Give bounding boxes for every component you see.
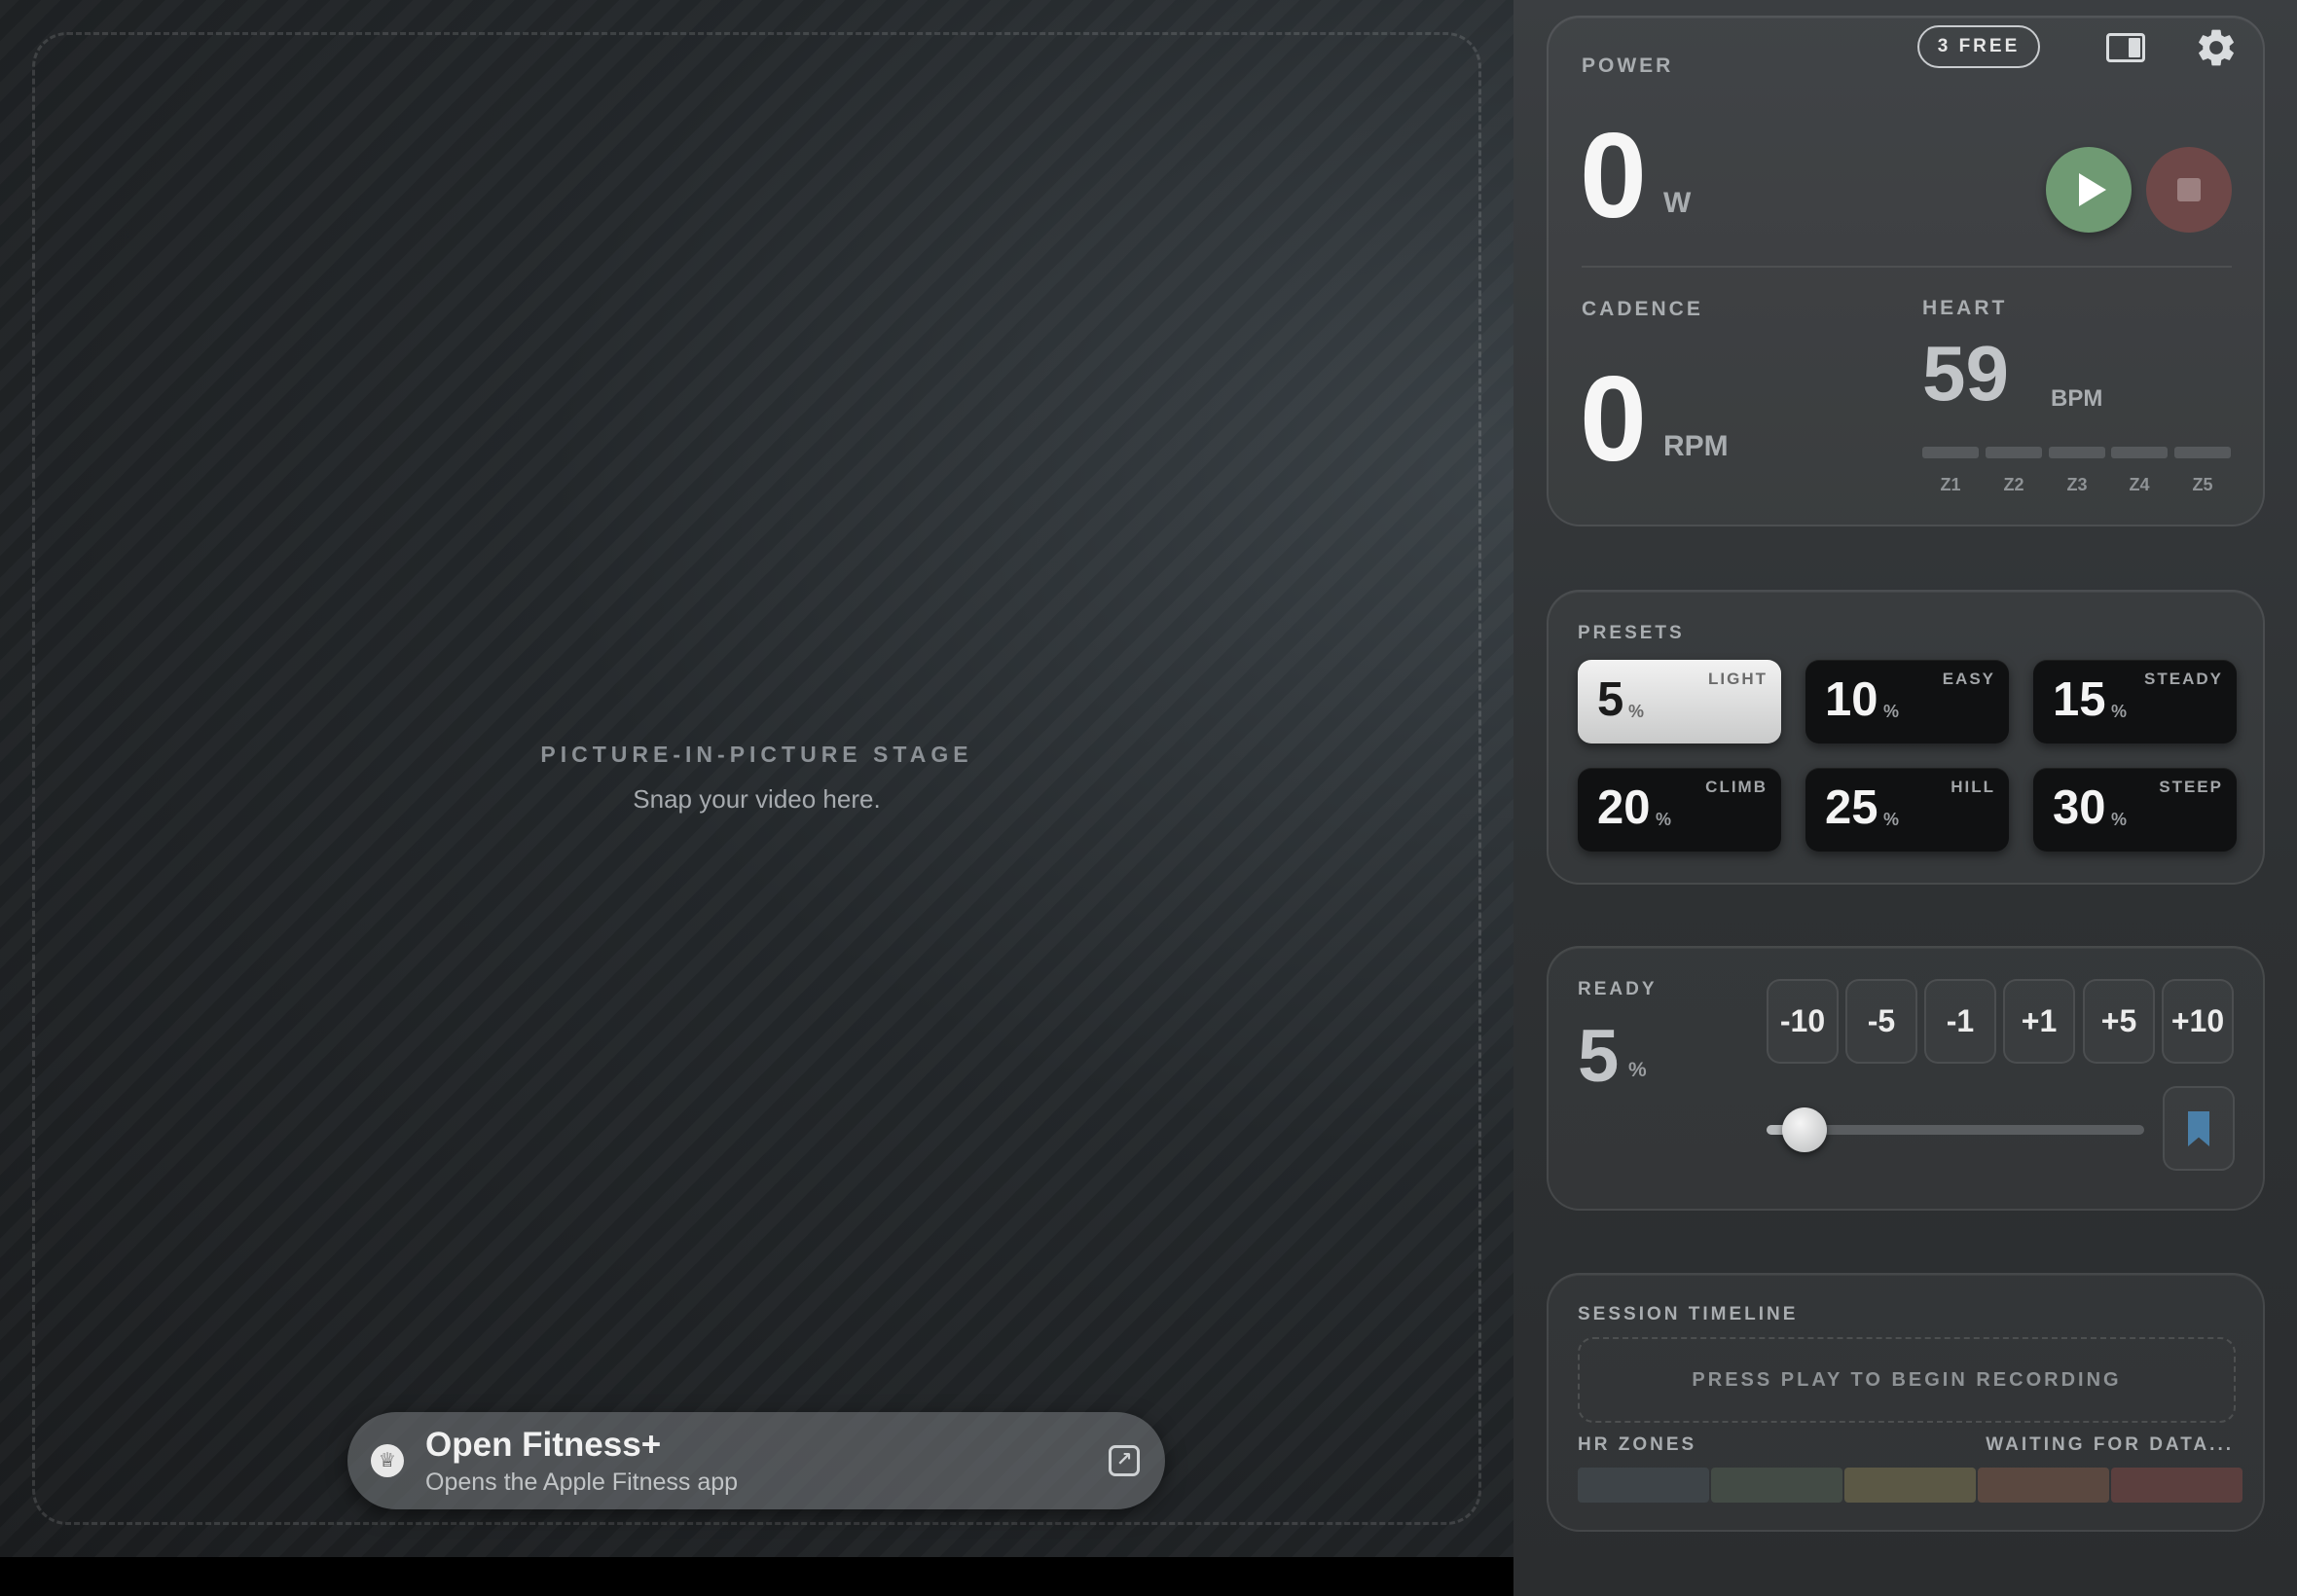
preset-unit: % xyxy=(1628,702,1645,721)
external-link-icon: ↗ xyxy=(1109,1445,1140,1476)
step-plus-1-button[interactable]: +1 xyxy=(2003,979,2075,1064)
pip-drop-zone[interactable] xyxy=(32,32,1481,1525)
free-badge[interactable]: 3 FREE xyxy=(1917,25,2040,68)
preset-climb[interactable]: 20 % CLIMB xyxy=(1578,768,1781,852)
hr-zone-segment-5 xyxy=(2111,1468,2242,1503)
slider-handle[interactable] xyxy=(1782,1107,1827,1152)
hr-zone-segment-3 xyxy=(1844,1468,1976,1503)
preset-value: 30 xyxy=(2053,781,2106,834)
open-fitness-subtitle: Opens the Apple Fitness app xyxy=(425,1469,739,1496)
preset-hill[interactable]: 25 % HILL xyxy=(1805,768,2009,852)
preset-value: 10 xyxy=(1825,673,1878,726)
hr-zone-bar-3 xyxy=(2049,447,2105,458)
preset-easy[interactable]: 10 % EASY xyxy=(1805,660,2009,744)
control-panel: POWER 3 FREE 0 W CADENCE 0 RPM HEART 59 … xyxy=(1513,0,2297,1596)
hr-zone-segment-4 xyxy=(1978,1468,2109,1503)
stage-subtitle: Snap your video here. xyxy=(633,784,881,814)
hr-zones-label: HR ZONES xyxy=(1578,1434,1697,1455)
hr-zone-segment-1 xyxy=(1578,1468,1709,1503)
presets-card: PRESETS 5 % LIGHT 10 % EASY 15 % STEADY … xyxy=(1547,590,2265,885)
session-card: SESSION TIMELINE PRESS PLAY TO BEGIN REC… xyxy=(1547,1273,2265,1532)
zone-label-z2: Z2 xyxy=(2003,475,2024,494)
zone-label-z4: Z4 xyxy=(2129,475,2150,494)
hr-zone-bar-2 xyxy=(1986,447,2042,458)
ready-unit: % xyxy=(1628,1059,1647,1081)
preset-light[interactable]: 5 % LIGHT xyxy=(1578,660,1781,744)
preset-name: HILL xyxy=(1951,778,1995,796)
hr-zone-bar-5 xyxy=(2174,447,2231,458)
heart-unit: BPM xyxy=(2051,385,2103,412)
metrics-card: POWER 3 FREE 0 W CADENCE 0 RPM HEART 59 … xyxy=(1547,16,2265,526)
metrics-divider xyxy=(1582,266,2232,268)
zone-label-z3: Z3 xyxy=(2066,475,2088,494)
heart-value: 59 xyxy=(1922,330,2009,417)
preset-name: STEADY xyxy=(2144,670,2223,688)
preset-value: 5 xyxy=(1597,673,1624,726)
preset-steady[interactable]: 15 % STEADY xyxy=(2033,660,2237,744)
preset-name: STEEP xyxy=(2159,778,2223,796)
step-minus-5-button[interactable]: -5 xyxy=(1845,979,1917,1064)
power-value: 0 xyxy=(1580,109,1647,243)
fitness-icon: ♕ xyxy=(371,1444,404,1477)
ready-card: READY 5 % -10 -5 -1 +1 +5 +10 xyxy=(1547,946,2265,1211)
step-plus-10-button[interactable]: +10 xyxy=(2162,979,2234,1064)
power-label: POWER xyxy=(1582,54,1674,77)
hr-status: WAITING FOR DATA... xyxy=(1986,1434,2234,1455)
preset-unit: % xyxy=(1883,702,1900,721)
step-minus-1-button[interactable]: -1 xyxy=(1924,979,1996,1064)
hr-zone-bar-4 xyxy=(2111,447,2168,458)
preset-name: EASY xyxy=(1942,670,1995,688)
step-plus-5-button[interactable]: +5 xyxy=(2083,979,2155,1064)
split-layout-icon[interactable] xyxy=(2106,33,2145,62)
zone-label-z5: Z5 xyxy=(2192,475,2213,494)
preset-unit: % xyxy=(1883,810,1900,829)
cadence-label: CADENCE xyxy=(1582,298,1703,320)
open-fitness-button[interactable]: ♕ Open Fitness+ Opens the Apple Fitness … xyxy=(347,1412,1165,1509)
open-fitness-title: Open Fitness+ xyxy=(425,1426,662,1464)
hr-zone-bar-1 xyxy=(1922,447,1979,458)
bottom-bar xyxy=(0,1557,1513,1596)
bookmark-icon[interactable] xyxy=(2163,1086,2235,1171)
preset-name: LIGHT xyxy=(1708,670,1768,688)
step-minus-10-button[interactable]: -10 xyxy=(1767,979,1839,1064)
preset-unit: % xyxy=(2111,810,2128,829)
cadence-value: 0 xyxy=(1580,352,1647,487)
timeline-placeholder: PRESS PLAY TO BEGIN RECORDING xyxy=(1578,1337,2236,1423)
preset-value: 15 xyxy=(2053,673,2106,726)
stage-title: PICTURE-IN-PICTURE STAGE xyxy=(540,742,973,767)
ready-label: READY xyxy=(1578,979,1658,999)
presets-label: PRESETS xyxy=(1578,623,1685,643)
zone-label-z1: Z1 xyxy=(1940,475,1961,494)
hr-zone-segment-2 xyxy=(1711,1468,1842,1503)
stop-button[interactable] xyxy=(2146,147,2232,233)
preset-unit: % xyxy=(1656,810,1672,829)
play-button[interactable] xyxy=(2046,147,2132,233)
pip-stage: PICTURE-IN-PICTURE STAGE Snap your video… xyxy=(0,0,1513,1557)
session-label: SESSION TIMELINE xyxy=(1578,1304,1799,1324)
heart-label: HEART xyxy=(1922,297,2008,319)
preset-steep[interactable]: 30 % STEEP xyxy=(2033,768,2237,852)
preset-value: 25 xyxy=(1825,781,1878,834)
preset-name: CLIMB xyxy=(1705,778,1768,796)
gear-icon[interactable] xyxy=(2194,25,2239,70)
power-unit: W xyxy=(1663,187,1692,219)
preset-unit: % xyxy=(2111,702,2128,721)
preset-value: 20 xyxy=(1597,781,1651,834)
cadence-unit: RPM xyxy=(1663,430,1729,462)
ready-value: 5 xyxy=(1578,1015,1620,1098)
